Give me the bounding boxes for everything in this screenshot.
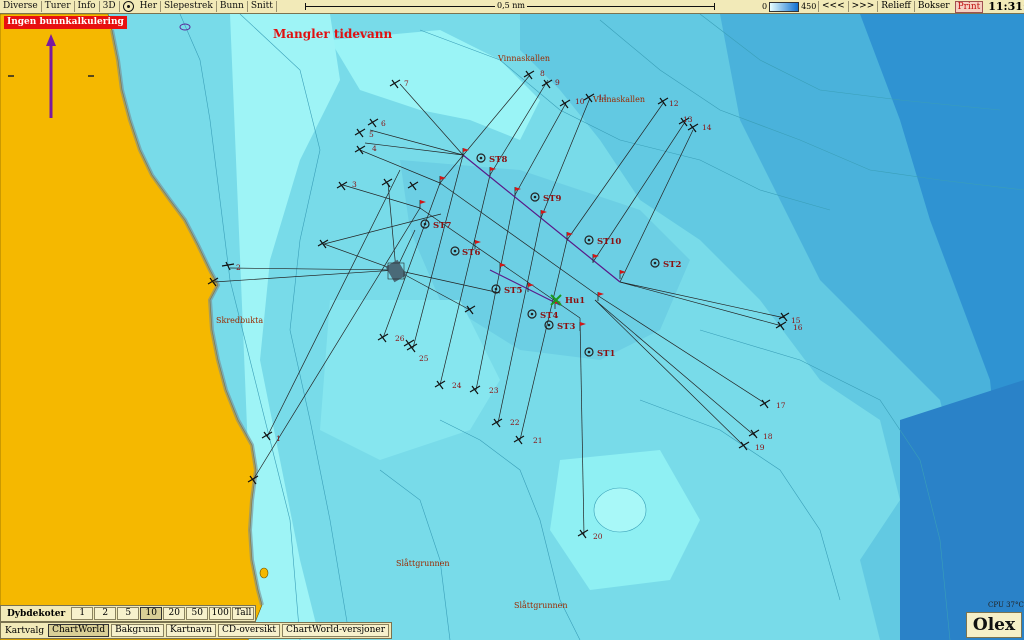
svg-text:13: 13	[683, 115, 693, 124]
place-vinnaskallen-1: Vinnaskallen	[497, 54, 550, 63]
scale-bar: 0,5 nm	[305, 1, 715, 12]
tide-warning: Mangler tidevann	[273, 27, 393, 41]
chart-option-cd-oversikt[interactable]: CD-oversikt	[218, 624, 281, 637]
depth-min: 0	[762, 2, 768, 11]
right-controls: <<< >>> Relieff Bokser Print 11:31:06	[818, 0, 1024, 13]
no-bottom-calc-alert: Ingen bunnkalkulering	[4, 16, 127, 29]
svg-text:22: 22	[510, 418, 520, 427]
small-islet	[259, 567, 269, 579]
depth-gradient	[769, 1, 800, 12]
menu-info[interactable]: Info	[75, 1, 100, 12]
menu-diverse[interactable]: Diverse	[0, 1, 42, 12]
nav-back-button[interactable]: <<<	[818, 1, 848, 12]
place-slattgrunnen-2: Slåttgrunnen	[514, 601, 568, 610]
svg-text:ST10: ST10	[597, 237, 621, 247]
svg-text:14: 14	[702, 123, 712, 132]
bokser-button[interactable]: Bokser	[913, 1, 953, 12]
svg-text:3: 3	[352, 180, 357, 189]
svg-text:2: 2	[236, 263, 241, 272]
shoal	[593, 487, 647, 533]
svg-text:23: 23	[489, 386, 499, 395]
svg-text:ST2: ST2	[663, 260, 681, 270]
depth-max: 450	[801, 2, 817, 11]
svg-text:1: 1	[276, 434, 281, 443]
chart-map[interactable]: Vinnaskallen Vinnaskallen Skredbukta Slå…	[0, 14, 1024, 640]
svg-text:ST5: ST5	[504, 286, 522, 296]
svg-text:21: 21	[533, 436, 543, 445]
depth-option-5[interactable]: 5	[117, 607, 140, 620]
svg-text:ST6: ST6	[462, 248, 480, 258]
target-icon[interactable]	[122, 1, 134, 12]
olex-logo: Olex	[966, 612, 1022, 638]
menu-3d[interactable]: 3D	[100, 1, 120, 12]
depth-option-20[interactable]: 20	[163, 607, 186, 620]
svg-text:ST3: ST3	[557, 322, 575, 332]
cpu-temp: CPU 37°C	[988, 601, 1024, 609]
relief-button[interactable]: Relieff	[877, 1, 914, 12]
clock: 11:31:06	[988, 0, 1024, 13]
svg-text:12: 12	[669, 99, 679, 108]
chart-option-bakgrunn[interactable]: Bakgrunn	[111, 624, 164, 637]
svg-text:9: 9	[555, 78, 560, 87]
depth-contour-selector: Dybdekoter 1 2 5 10 20 50 100 Tall	[0, 605, 257, 622]
depth-option-50[interactable]: 50	[186, 607, 209, 620]
svg-text:11: 11	[598, 93, 608, 102]
snitt-button[interactable]: Snitt	[248, 1, 277, 12]
depth-option-1[interactable]: 1	[71, 607, 94, 620]
svg-text:6: 6	[381, 119, 386, 128]
svg-text:ST7: ST7	[433, 221, 451, 231]
north-arrow-icon	[8, 34, 94, 118]
svg-text:ST4: ST4	[540, 311, 558, 321]
chart-option-chartworld[interactable]: ChartWorld	[48, 624, 110, 637]
depth-contour-title: Dybdekoter	[7, 608, 66, 619]
svg-text:ST8: ST8	[489, 155, 507, 165]
chart-option-chartworld-versjoner[interactable]: ChartWorld-versjoner	[282, 624, 390, 637]
svg-text:5: 5	[369, 130, 374, 139]
place-skredbukta: Skredbukta	[216, 316, 263, 325]
slepestrek-button[interactable]: Slepestrek	[161, 1, 217, 12]
svg-text:7: 7	[404, 79, 409, 88]
menu-turer[interactable]: Turer	[42, 1, 75, 12]
svg-text:18: 18	[763, 432, 773, 441]
print-button[interactable]: Print	[954, 0, 984, 13]
svg-text:ST1: ST1	[597, 349, 615, 359]
depth-option-10[interactable]: 10	[140, 607, 163, 620]
chart-option-kartnavn[interactable]: Kartnavn	[165, 624, 217, 637]
svg-text:17: 17	[776, 401, 786, 410]
svg-text:Hu1: Hu1	[565, 296, 585, 306]
depth-legend: 0 450	[762, 1, 816, 12]
svg-text:16: 16	[793, 323, 803, 332]
svg-text:26: 26	[395, 334, 405, 343]
place-slattgrunnen-1: Slåttgrunnen	[396, 559, 450, 568]
svg-text:4: 4	[372, 144, 377, 153]
depth-option-tall[interactable]: Tall	[232, 607, 255, 620]
svg-text:25: 25	[419, 354, 429, 363]
olex-chart-app: Diverse Turer Info 3D Her Slepestrek Bun…	[0, 0, 1024, 640]
bunn-button[interactable]: Bunn	[217, 1, 248, 12]
chart-selector: Kartvalg ChartWorld Bakgrunn Kartnavn CD…	[0, 622, 393, 639]
depth-option-100[interactable]: 100	[209, 607, 232, 620]
depth-option-2[interactable]: 2	[94, 607, 117, 620]
svg-text:ST9: ST9	[543, 194, 561, 204]
svg-text:20: 20	[593, 532, 603, 541]
chart-selector-title: Kartvalg	[5, 625, 45, 636]
svg-text:10: 10	[575, 97, 585, 106]
svg-text:24: 24	[452, 381, 462, 390]
svg-text:19: 19	[755, 443, 765, 452]
scale-label: 0,5 nm	[495, 1, 528, 10]
her-button[interactable]: Her	[137, 1, 162, 12]
nav-forward-button[interactable]: >>>	[847, 1, 878, 12]
svg-text:8: 8	[540, 69, 545, 78]
